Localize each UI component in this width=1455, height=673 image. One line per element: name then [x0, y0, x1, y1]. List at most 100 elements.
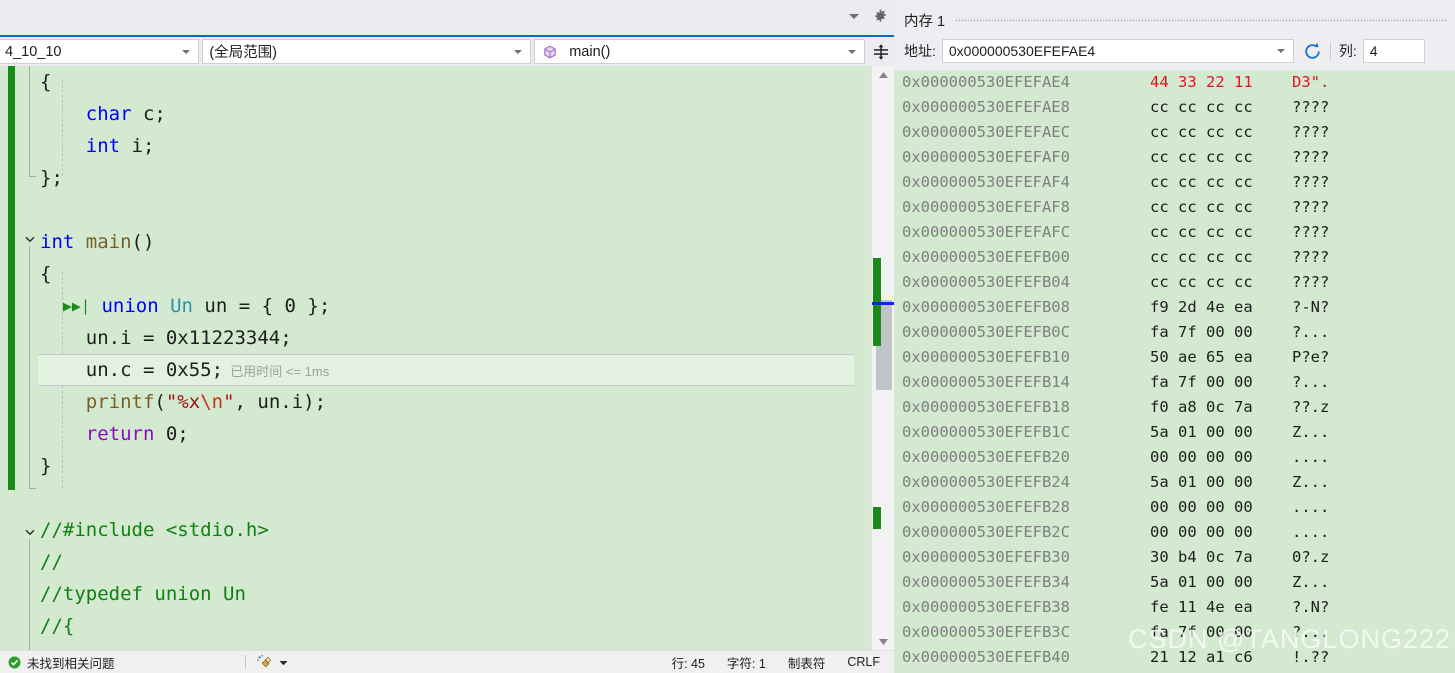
memory-row[interactable]: 0x000000530EFEFB38 fe 11 4e ea ?.N? — [894, 595, 1455, 620]
memory-ascii: P?e? — [1292, 348, 1330, 366]
memory-row[interactable]: 0x000000530EFEFB30 30 b4 0c 7a 0?.z — [894, 545, 1455, 570]
code-line[interactable]: } — [38, 450, 854, 482]
code-line[interactable]: }; — [38, 162, 854, 194]
memory-row[interactable]: 0x000000530EFEFB2C 00 00 00 00.... — [894, 520, 1455, 545]
memory-row[interactable]: 0x000000530EFEFB34 5a 01 00 00 Z... — [894, 570, 1455, 595]
memory-window: 内存 1 地址: 0x000000530EFEFAE4 列: 4 0x00000… — [894, 0, 1455, 673]
member-dropdown[interactable]: main() — [534, 39, 866, 64]
memory-row[interactable]: 0x000000530EFEFB04 cc cc cc cc???? — [894, 270, 1455, 295]
memory-row[interactable]: 0x000000530EFEFAF0 cc cc cc cc???? — [894, 145, 1455, 170]
memory-ascii: ???? — [1292, 98, 1330, 116]
code-line[interactable]: { — [38, 258, 854, 290]
chevron-collapse-icon[interactable] — [24, 233, 36, 245]
memory-row[interactable]: 0x000000530EFEFB1C 5a 01 00 00 Z... — [894, 420, 1455, 445]
code-token: int — [85, 135, 121, 157]
code-line[interactable]: int main() — [38, 226, 854, 258]
scroll-up-icon[interactable] — [872, 66, 894, 84]
columns-input[interactable]: 4 — [1362, 39, 1425, 63]
vs-window: 4_10_10 (全局范围) main() {char c; int i;}… — [0, 0, 1455, 673]
code-token: 0; — [154, 423, 189, 445]
memory-row[interactable]: 0x000000530EFEFB18 f0 a8 0c 7a ??.z — [894, 395, 1455, 420]
code-token: { — [40, 71, 52, 93]
memory-row[interactable]: 0x000000530EFEFAE8 cc cc cc cc???? — [894, 95, 1455, 120]
memory-row[interactable]: 0x000000530EFEFAE4 44 33 22 11 D3". — [894, 70, 1455, 95]
memory-row[interactable]: 0x000000530EFEFB10 50 ae 65 ea P?e? — [894, 345, 1455, 370]
code-line[interactable] — [38, 482, 854, 514]
memory-row[interactable]: 0x000000530EFEFB3C fa 7f 00 00?... — [894, 620, 1455, 645]
code-line[interactable]: char c; — [38, 98, 854, 130]
memory-ascii: ???? — [1292, 123, 1330, 141]
memory-ascii: ???? — [1292, 223, 1330, 241]
char-indicator: 字符: 1 — [726, 656, 766, 671]
editor-vertical-scrollbar[interactable] — [871, 66, 894, 651]
project-dropdown[interactable]: 4_10_10 — [0, 39, 200, 64]
code-token: un = { 0 }; — [192, 295, 331, 317]
code-line[interactable]: printf("%x\n", un.i); — [38, 386, 854, 418]
code-token: return — [85, 423, 155, 445]
memory-row[interactable]: 0x000000530EFEFB00 cc cc cc cc???? — [894, 245, 1455, 270]
code-line[interactable]: //#include <stdio.h> — [38, 514, 854, 546]
current-line-marker — [872, 302, 894, 305]
code-token: " — [223, 391, 235, 413]
cleanup-dropdown-caret[interactable] — [279, 653, 288, 671]
memory-ascii: ?... — [1292, 373, 1330, 391]
memory-row[interactable]: 0x000000530EFEFB20 00 00 00 00.... — [894, 445, 1455, 470]
code-line[interactable]: return 0; — [38, 418, 854, 450]
scope-dropdown[interactable]: (全局范围) — [202, 39, 532, 64]
chevron-down-icon[interactable] — [849, 14, 859, 19]
code-line[interactable]: un.i = 0x11223344; — [38, 322, 854, 354]
memory-ascii: 0?.z — [1292, 548, 1330, 566]
code-editor-surface[interactable]: { char c; int i;}; int main() { ▶▶| union… — [0, 66, 894, 651]
memory-address: 0x000000530EFEFAE4 — [902, 73, 1070, 91]
memory-address: 0x000000530EFEFB30 — [902, 548, 1070, 566]
memory-ascii: ?.N? — [1292, 598, 1330, 616]
eol-indicator: CRLF — [847, 655, 880, 669]
memory-row[interactable]: 0x000000530EFEFAFC cc cc cc cc???? — [894, 220, 1455, 245]
chevron-down-icon[interactable] — [1276, 49, 1285, 53]
memory-row[interactable]: 0x000000530EFEFB0C fa 7f 00 00?... — [894, 320, 1455, 345]
code-line[interactable]: // — [38, 546, 854, 578]
refresh-icon[interactable] — [1303, 42, 1322, 61]
memory-row[interactable]: 0x000000530EFEFB28 00 00 00 00.... — [894, 495, 1455, 520]
memory-hex-bytes: f9 2d 4e ea — [1150, 298, 1253, 316]
memory-row[interactable]: 0x000000530EFEFAF8 cc cc cc cc???? — [894, 195, 1455, 220]
code-line[interactable]: int i; — [38, 130, 854, 162]
tabs-indicator: 制表符 — [787, 656, 826, 671]
status-divider — [244, 655, 246, 669]
memory-row[interactable]: 0x000000530EFEFB40 21 12 a1 c6!.?? — [894, 645, 1455, 670]
memory-hex-bytes: 00 00 00 00 — [1150, 448, 1253, 466]
memory-row[interactable]: 0x000000530EFEFAEC cc cc cc cc???? — [894, 120, 1455, 145]
memory-ascii: ???? — [1292, 148, 1330, 166]
memory-hex-bytes: fa 7f 00 00 — [1150, 623, 1253, 641]
memory-row[interactable]: 0x000000530EFEFAF4 cc cc cc cc???? — [894, 170, 1455, 195]
memory-address: 0x000000530EFEFB18 — [902, 398, 1070, 416]
code-line[interactable]: un.c = 0x55; 已用时间 <= 1ms — [38, 354, 854, 386]
gear-icon[interactable] — [873, 9, 888, 24]
code-line[interactable]: //typedef union Un — [38, 578, 854, 610]
method-cube-icon — [544, 45, 556, 58]
code-lines-container[interactable]: { char c; int i;}; int main() { ▶▶| union… — [38, 66, 854, 651]
memory-hex-bytes: fa 7f 00 00 — [1150, 373, 1253, 391]
address-input[interactable]: 0x000000530EFEFAE4 — [941, 39, 1294, 63]
folding-margin[interactable] — [18, 66, 38, 651]
memory-address: 0x000000530EFEFB00 — [902, 248, 1070, 266]
code-cleanup-icon[interactable] — [256, 654, 274, 670]
scroll-down-icon[interactable] — [872, 633, 894, 651]
code-line[interactable]: ▶▶| union Un un = { 0 }; — [38, 290, 854, 322]
code-line[interactable]: //{ — [38, 610, 854, 642]
memory-address: 0x000000530EFEFB34 — [902, 573, 1070, 591]
memory-row[interactable]: 0x000000530EFEFB14 fa 7f 00 00?... — [894, 370, 1455, 395]
memory-hex-bytes: cc cc cc cc — [1150, 248, 1253, 266]
memory-dump-grid[interactable]: 0x000000530EFEFAE4 44 33 22 11 D3". 0x00000… — [894, 70, 1455, 673]
chevron-collapse-icon[interactable] — [24, 526, 36, 538]
memory-address: 0x000000530EFEFB3C — [902, 623, 1070, 641]
split-view-button[interactable] — [868, 39, 894, 64]
code-line[interactable] — [38, 194, 854, 226]
code-line[interactable]: { — [38, 66, 854, 98]
memory-row[interactable]: 0x000000530EFEFB24 5a 01 00 00 Z... — [894, 470, 1455, 495]
unsaved-change-bar — [8, 66, 15, 490]
memory-ascii: ?-N? — [1292, 298, 1330, 316]
memory-row[interactable]: 0x000000530EFEFB08 f9 2d 4e ea ?-N? — [894, 295, 1455, 320]
